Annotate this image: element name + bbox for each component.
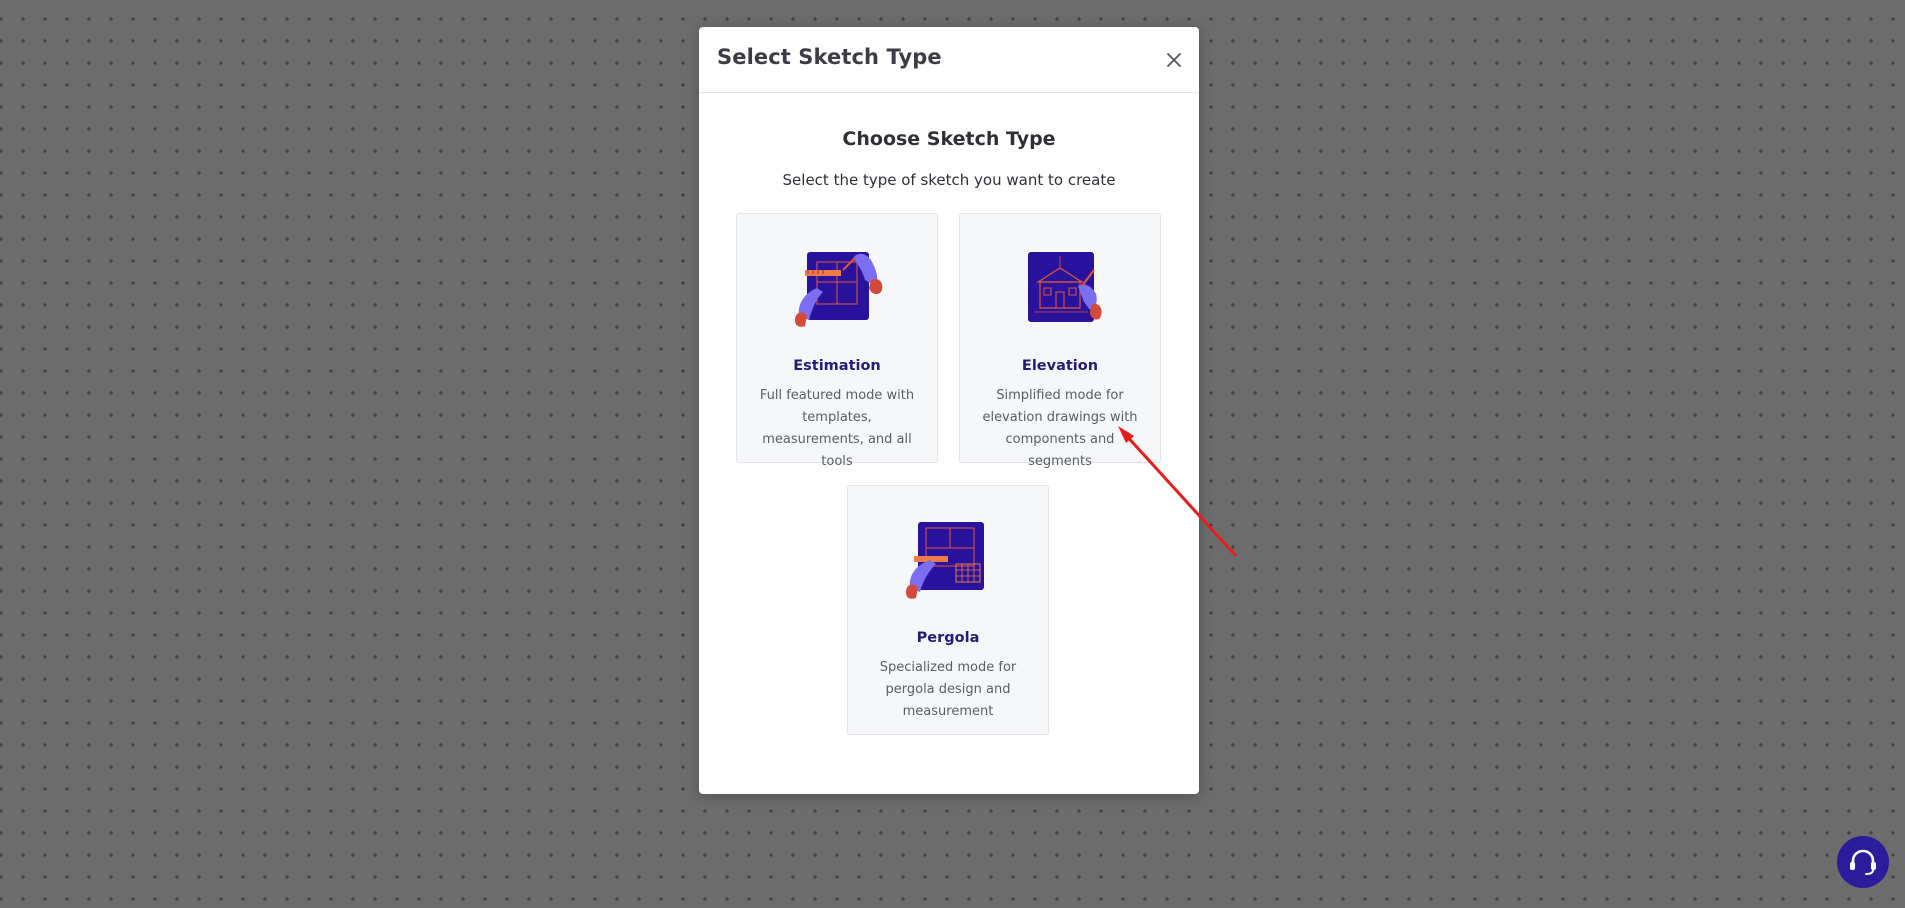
support-chat-button[interactable] [1837,836,1889,888]
close-icon[interactable] [1163,49,1185,71]
sketch-type-card-elevation[interactable]: Elevation Simplified mode for elevation … [959,213,1161,469]
sketch-type-card-estimation[interactable]: Estimation Full featured mode with templ… [736,213,938,469]
support-chat-icon [1850,849,1876,875]
card-title: Elevation [1021,358,1099,374]
card-title: Estimation [793,358,881,374]
select-sketch-type-modal: Select Sketch Type Choose Sketch Type Se… [699,27,1199,794]
modal-header: Select Sketch Type [699,27,1199,93]
card-description: Simplified mode for elevation drawings w… [982,388,1138,469]
estimation-illustration [793,246,883,328]
card-description: Specialized mode for pergola design and … [879,660,1017,719]
choose-sketch-type-subheading: Select the type of sketch you want to cr… [782,171,1116,189]
elevation-illustration [1016,246,1106,328]
pergola-illustration [904,518,994,600]
card-description: Full featured mode with templates, measu… [759,388,915,469]
choose-sketch-type-heading: Choose Sketch Type [842,128,1056,150]
card-title: Pergola [916,630,980,646]
modal-title: Select Sketch Type [717,45,942,69]
sketch-type-card-pergola[interactable]: Pergola Specialized mode for pergola des… [847,485,1049,735]
